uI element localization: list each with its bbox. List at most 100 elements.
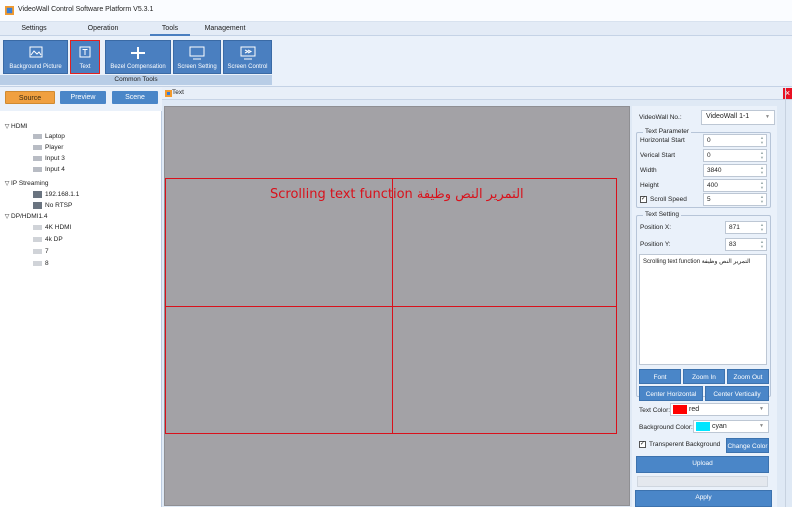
tree-label: Laptop bbox=[45, 133, 65, 140]
upload-progress-bar bbox=[637, 476, 768, 487]
tree-label: No RTSP bbox=[45, 202, 73, 210]
vertical-start-value: 0 bbox=[707, 152, 711, 159]
tree-item-8[interactable]: 8 bbox=[33, 260, 49, 267]
videowall-select[interactable]: VideoWall 1-1 ▼ bbox=[701, 110, 775, 125]
tree-item-ip-stream[interactable]: 192.168.1.1 bbox=[33, 191, 79, 198]
checkbox-checked-icon[interactable]: ✓ bbox=[640, 196, 647, 203]
spinner-arrows-icon[interactable]: ▲ ▼ bbox=[759, 150, 765, 161]
position-y-input[interactable]: 83 ▲ ▼ bbox=[725, 238, 767, 251]
tree-group-ip-streaming[interactable]: ▽ IP Streaming bbox=[3, 180, 49, 187]
tree-label: 4K HDMI bbox=[45, 224, 72, 231]
dp-port-icon bbox=[33, 260, 42, 266]
tree-item-no-rtsp[interactable]: No RTSP bbox=[33, 202, 72, 209]
text-content-value: Scrolling text function التمرير النص وظي… bbox=[643, 259, 751, 265]
tree-label: IP Streaming bbox=[11, 180, 49, 187]
horizontal-start-label: Horizontal Start bbox=[640, 137, 685, 144]
picture-icon bbox=[29, 46, 42, 58]
tree-item-player[interactable]: Player bbox=[33, 144, 63, 151]
text-label: Text bbox=[79, 64, 91, 70]
zoom-out-button[interactable]: Zoom Out bbox=[727, 369, 769, 384]
hdmi-port-icon bbox=[33, 224, 42, 230]
horizontal-start-input[interactable]: 0 ▲ ▼ bbox=[703, 134, 767, 147]
bezel-compensation-label: Bezel Compensation bbox=[110, 64, 166, 70]
background-color-value: cyan bbox=[712, 423, 727, 430]
text-parameter-legend: Text Parameter bbox=[643, 128, 692, 135]
zoom-in-button[interactable]: Zoom In bbox=[683, 369, 725, 384]
upload-button[interactable]: Upload bbox=[636, 456, 769, 473]
tree-item-4k-hdmi[interactable]: 4K HDMI bbox=[33, 224, 71, 231]
tree-label: Input 3 bbox=[45, 155, 65, 162]
tree-item-input-4[interactable]: Input 4 bbox=[33, 166, 65, 173]
videowall-no-label: VideoWall No.: bbox=[639, 114, 682, 121]
spinner-arrows-icon[interactable]: ▲ ▼ bbox=[759, 180, 765, 191]
position-x-input[interactable]: 871 ▲ ▼ bbox=[725, 221, 767, 234]
checkbox-checked-icon[interactable]: ✓ bbox=[639, 441, 646, 448]
tree-item-7[interactable]: 7 bbox=[33, 248, 49, 255]
tree-group-hdmi[interactable]: ▽ HDMI bbox=[3, 123, 28, 130]
hdmi-port-icon bbox=[33, 155, 42, 161]
transparent-background-label: Transperent Background bbox=[649, 441, 721, 449]
vertical-start-input[interactable]: 0 ▲ ▼ bbox=[703, 149, 767, 162]
bezel-compensation-button[interactable]: Bezel Compensation bbox=[105, 40, 171, 74]
spinner-arrows-icon[interactable]: ▲ ▼ bbox=[759, 165, 765, 176]
screen-control-button[interactable]: Screen Control bbox=[223, 40, 272, 74]
grid-divider-horizontal bbox=[166, 306, 616, 307]
position-x-value: 871 bbox=[729, 224, 740, 231]
videowall-select-value: VideoWall 1-1 bbox=[706, 113, 750, 120]
tab-tools[interactable]: Tools bbox=[150, 22, 190, 36]
tree-item-laptop[interactable]: Laptop bbox=[33, 133, 65, 140]
scroll-speed-label: Scroll Speed bbox=[650, 196, 687, 204]
background-color-label: Background Color: bbox=[639, 424, 693, 431]
spinner-arrows-icon[interactable]: ▲ ▼ bbox=[759, 194, 765, 205]
tab-preview[interactable]: Preview bbox=[60, 91, 106, 104]
tab-scene[interactable]: Scene bbox=[112, 91, 158, 104]
spinner-arrows-icon[interactable]: ▲ ▼ bbox=[759, 135, 765, 146]
vertical-start-label: Verical Start bbox=[640, 152, 676, 159]
background-picture-button[interactable]: Background Picture bbox=[3, 40, 68, 74]
tree-label: Input 4 bbox=[45, 166, 65, 173]
width-input[interactable]: 3840 ▲ ▼ bbox=[703, 164, 767, 177]
tab-operation[interactable]: Operation bbox=[78, 22, 128, 36]
tab-settings[interactable]: Settings bbox=[14, 22, 54, 36]
tab-source[interactable]: Source bbox=[5, 91, 55, 104]
source-panel bbox=[0, 87, 162, 507]
position-x-label: Position X: bbox=[640, 224, 672, 231]
font-button[interactable]: Font bbox=[639, 369, 681, 384]
text-button[interactable]: Text bbox=[70, 40, 100, 74]
text-color-select[interactable]: red ▼ bbox=[670, 403, 769, 416]
text-content-area[interactable]: Scrolling text function التمرير النص وظي… bbox=[639, 254, 767, 365]
tree-label: 192.168.1.1 bbox=[45, 191, 80, 199]
tree-label: 8 bbox=[45, 260, 49, 267]
screen-setting-button[interactable]: Screen Setting bbox=[173, 40, 221, 74]
title-bar: VideoWall Control Software Platform V5.3… bbox=[0, 0, 792, 22]
chevron-down-icon: ▽ bbox=[4, 124, 10, 130]
screen-grid bbox=[165, 178, 617, 434]
text-color-swatch bbox=[673, 404, 687, 414]
center-vertically-button[interactable]: Center Vertically bbox=[705, 386, 769, 401]
tree-group-dp-hdmi[interactable]: ▽ DP/HDMI1.4 bbox=[3, 213, 48, 220]
tree-item-input-3[interactable]: Input 3 bbox=[33, 155, 65, 162]
transparent-background-toggle[interactable]: ✓ Transperent Background bbox=[639, 441, 720, 448]
background-picture-label: Background Picture bbox=[9, 64, 62, 70]
scrolling-text-preview[interactable]: Scrolling text function التمرير النص وظي… bbox=[270, 187, 524, 202]
height-input[interactable]: 400 ▲ ▼ bbox=[703, 179, 767, 192]
height-label: Height bbox=[640, 182, 659, 189]
tree-label: 7 bbox=[45, 248, 49, 255]
background-color-select[interactable]: cyan ▼ bbox=[693, 420, 769, 433]
spinner-arrows-icon[interactable]: ▲ ▼ bbox=[759, 239, 765, 250]
chevron-down-icon: ▼ bbox=[765, 114, 770, 120]
change-color-button[interactable]: Change Color bbox=[726, 438, 769, 453]
chevron-down-icon: ▼ bbox=[759, 423, 764, 429]
tree-label: HDMI bbox=[11, 123, 28, 130]
spinner-arrows-icon[interactable]: ▲ ▼ bbox=[759, 222, 765, 233]
app-logo-icon bbox=[5, 6, 14, 15]
scroll-speed-toggle[interactable]: ✓ Scroll Speed bbox=[640, 196, 687, 203]
text-setting-legend: Text Setting bbox=[643, 211, 681, 218]
scroll-speed-value: 5 bbox=[707, 196, 711, 203]
tab-management[interactable]: Management bbox=[200, 22, 250, 36]
tree-item-4k-dp[interactable]: 4k DP bbox=[33, 236, 63, 243]
scroll-speed-input[interactable]: 5 ▲ ▼ bbox=[703, 193, 767, 206]
apply-button[interactable]: Apply bbox=[635, 490, 772, 507]
hdmi-port-icon bbox=[33, 144, 42, 150]
center-horizontal-button[interactable]: Center Horizontal bbox=[639, 386, 703, 401]
